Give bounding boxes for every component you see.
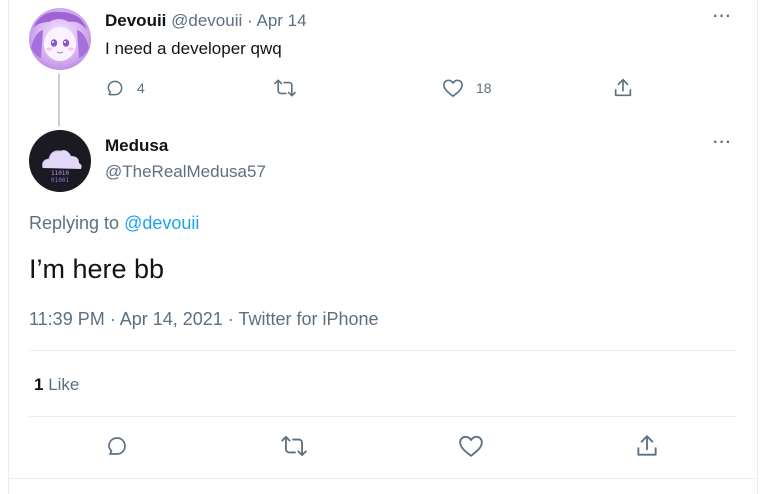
tweet-timestamp[interactable]: 11:39 PM · Apr 14, 2021 · Twitter for iP… <box>29 309 379 330</box>
parent-author-name[interactable]: Devouii <box>105 11 166 30</box>
divider <box>29 350 737 351</box>
replying-prefix: Replying to <box>29 213 120 233</box>
likes-stat-count: 1 <box>34 375 44 394</box>
main-tweet-text: I’m here bb <box>29 254 165 284</box>
parent-tweet-text: I need a developer qwq <box>105 39 282 58</box>
parent-share-button[interactable] <box>612 77 634 99</box>
devouii-avatar[interactable] <box>29 8 91 70</box>
retweet-icon <box>280 434 308 458</box>
heart-icon <box>442 78 464 98</box>
parent-tweet-date[interactable]: Apr 14 <box>256 11 306 30</box>
header-separator: · <box>247 11 253 30</box>
main-author-name[interactable]: Medusa <box>105 136 168 156</box>
divider <box>29 416 737 417</box>
main-author-handle[interactable]: @TheRealMedusa57 <box>105 162 266 182</box>
heart-icon <box>458 434 484 458</box>
panel-bottom-border <box>8 478 758 479</box>
reply-icon <box>105 434 129 458</box>
replying-mention-link[interactable]: @devouii <box>124 213 199 233</box>
share-icon <box>612 77 634 99</box>
parent-reply-count: 4 <box>137 80 145 96</box>
reply-icon <box>105 78 125 98</box>
parent-like-count: 18 <box>476 80 492 96</box>
more-horizontal-icon[interactable]: ··· <box>713 135 732 151</box>
avatar-binary-top: 11010 <box>51 170 69 177</box>
parent-retweet-button[interactable] <box>273 78 297 98</box>
medusa-avatar[interactable]: 11010 01001 <box>29 130 91 192</box>
parent-like-button[interactable]: 18 <box>442 78 492 98</box>
retweet-icon <box>273 78 297 98</box>
tweet-detail-frame <box>8 0 758 494</box>
share-icon <box>634 433 660 459</box>
thread-connector-line <box>58 74 60 126</box>
likes-stat-label: Like <box>48 375 80 394</box>
main-share-button[interactable] <box>634 433 660 459</box>
more-horizontal-icon[interactable]: ··· <box>713 9 732 25</box>
likes-stat[interactable]: 1 Like <box>34 375 79 395</box>
parent-author-handle[interactable]: @devouii <box>171 11 242 30</box>
parent-reply-button[interactable]: 4 <box>105 78 145 98</box>
main-retweet-button[interactable] <box>280 434 308 458</box>
replying-to: Replying to @devouii <box>29 213 199 234</box>
main-like-button[interactable] <box>458 434 484 458</box>
parent-tweet-header: Devouii @devouii · Apr 14 <box>105 11 307 31</box>
main-reply-button[interactable] <box>105 434 129 458</box>
avatar-binary-bottom: 01001 <box>51 177 69 184</box>
